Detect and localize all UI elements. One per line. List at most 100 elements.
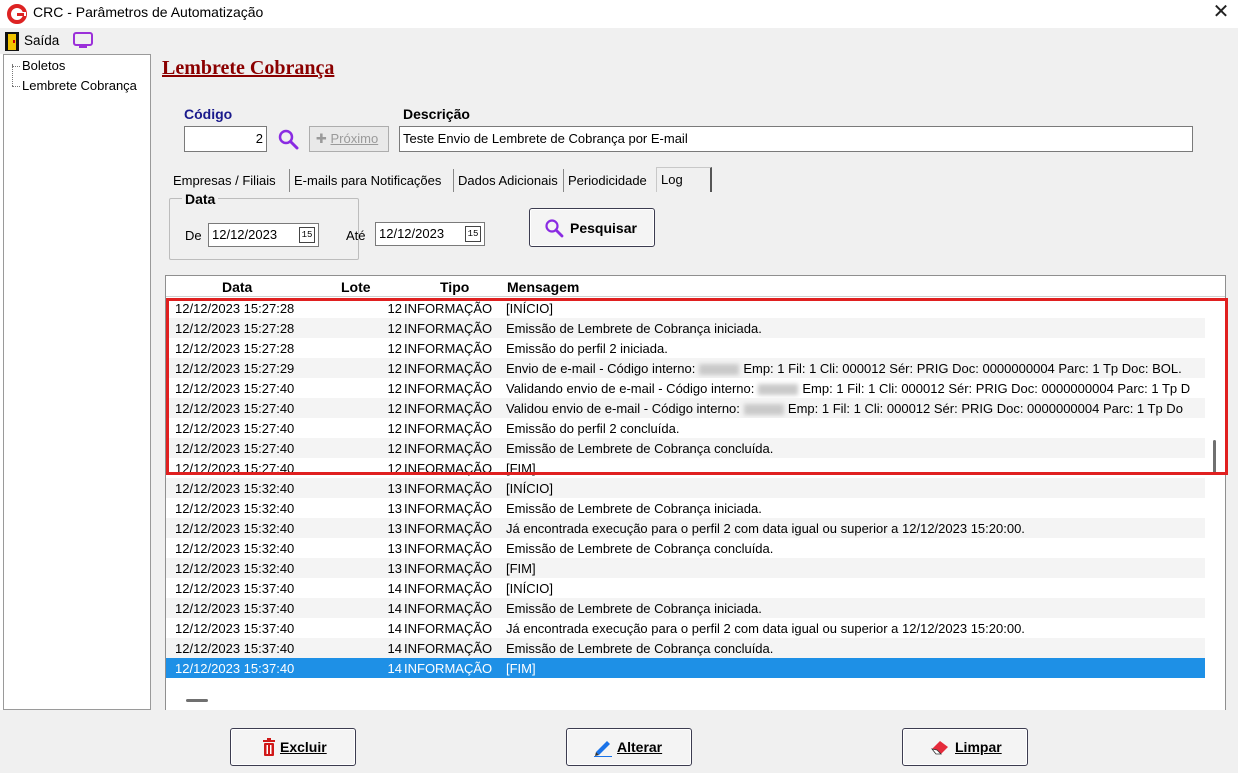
delete-button[interactable]: Excluir [230,728,356,766]
grid-rows: 12/12/2023 15:27:28 12 INFORMAÇÃO [INÍCIO] 1… [166,298,1205,678]
cell-lote: 12 [387,381,402,396]
log-row[interactable]: 12/12/2023 15:32:40 13 INFORMAÇÃO Emissão d… [166,498,1205,518]
log-row[interactable]: 12/12/2023 15:37:40 14 INFORMAÇÃO Já encont… [166,618,1205,638]
message-text: Validando envio de e-mail - Código inter… [506,381,755,396]
tab-log[interactable]: Log [656,167,712,192]
cell-tipo: INFORMAÇÃO [404,401,493,416]
tab-empresas-filiais[interactable]: Empresas / Filiais [173,169,290,192]
cell-lote: 12 [387,421,402,436]
column-header-lote[interactable]: Lote [341,279,371,295]
column-header-data[interactable]: Data [222,279,252,295]
search-button[interactable]: Pesquisar [529,208,655,247]
tab-emails-notificacoes[interactable]: E-mails para Notificações [290,169,454,192]
cell-data: 12/12/2023 15:27:40 [175,381,295,396]
edit-button-label: Alterar [617,739,663,755]
column-header-mensagem[interactable]: Mensagem [507,279,579,295]
tab-dados-adicionais[interactable]: Dados Adicionais [454,169,564,192]
calendar-icon[interactable]: 15 [465,226,481,242]
redacted-value [758,384,799,396]
log-row[interactable]: 12/12/2023 15:27:40 12 INFORMAÇÃO Emissão d… [166,438,1205,458]
tab-periodicidade[interactable]: Periodicidade [564,169,656,192]
log-row[interactable]: 12/12/2023 15:27:28 12 INFORMAÇÃO Emissão d… [166,318,1205,338]
to-date-label: Até [346,228,366,243]
log-row[interactable]: 12/12/2023 15:27:40 12 INFORMAÇÃO [FIM] [166,458,1205,478]
cell-data: 12/12/2023 15:32:40 [175,561,295,576]
to-date-value: 12/12/2023 [379,226,445,241]
log-row[interactable]: 12/12/2023 15:27:28 12 INFORMAÇÃO Emissão d… [166,338,1205,358]
cell-data: 12/12/2023 15:27:40 [175,421,295,436]
cell-tipo: INFORMAÇÃO [404,361,493,376]
log-row[interactable]: 12/12/2023 15:37:40 14 INFORMAÇÃO [INÍCIO] [166,578,1205,598]
window-title: CRC - Parâmetros de Automatização [33,4,264,20]
message-text: Emissão do perfil 2 concluída. [506,421,680,436]
log-row[interactable]: 12/12/2023 15:32:40 13 INFORMAÇÃO [INÍCIO] [166,478,1205,498]
calendar-icon[interactable]: 15 [299,227,315,243]
cell-tipo: INFORMAÇÃO [404,481,493,496]
log-row[interactable]: 12/12/2023 15:27:40 12 INFORMAÇÃO Validando… [166,378,1205,398]
horizontal-scroll-thumb[interactable] [186,699,208,702]
navigation-tree: Boletos Lembrete Cobrança [3,54,151,710]
message-text: Já encontrada execução para o perfil 2 c… [506,521,1025,536]
cell-tipo: INFORMAÇÃO [404,581,493,596]
description-label: Descrição [403,106,470,122]
log-row[interactable]: 12/12/2023 15:27:29 12 INFORMAÇÃO Envio de … [166,358,1205,378]
log-row[interactable]: 12/12/2023 15:32:40 13 INFORMAÇÃO [FIM] [166,558,1205,578]
log-row[interactable]: 12/12/2023 15:37:40 14 INFORMAÇÃO Emissão d… [166,598,1205,618]
cell-tipo: INFORMAÇÃO [404,341,493,356]
cell-mensagem: Validou envio de e-mail - Código interno… [506,401,1183,416]
cell-mensagem: [FIM] [506,561,536,576]
message-text: Emissão de Lembrete de Cobrança concluíd… [506,541,774,556]
cell-data: 12/12/2023 15:27:40 [175,441,295,456]
cell-tipo: INFORMAÇÃO [404,601,493,616]
cell-lote: 12 [387,301,402,316]
form-panel: Lembrete Cobrança Código Descrição 2 ✚ P… [151,54,1238,712]
log-row[interactable]: 12/12/2023 15:27:28 12 INFORMAÇÃO [INÍCIO] [166,298,1205,318]
cell-mensagem: Envio de e-mail - Código interno: Emp: 1 … [506,361,1182,376]
exit-door-icon[interactable] [5,32,19,51]
cell-data: 12/12/2023 15:32:40 [175,521,295,536]
description-input[interactable]: Teste Envio de Lembrete de Cobrança por … [399,126,1193,152]
exit-menu-item[interactable]: Saída [24,33,59,48]
cell-data: 12/12/2023 15:27:28 [175,321,295,336]
monitor-icon[interactable] [72,31,94,50]
log-grid[interactable]: Data Lote Tipo Mensagem 12/12/2023 15:27… [165,275,1226,712]
column-header-tipo[interactable]: Tipo [440,279,469,295]
to-date-input[interactable]: 12/12/2023 15 [375,222,485,246]
tree-item-lembrete-cobranca[interactable]: Lembrete Cobrança [12,78,137,94]
code-input[interactable]: 2 [184,126,267,152]
log-row[interactable]: 12/12/2023 15:32:40 13 INFORMAÇÃO Emissão d… [166,538,1205,558]
grid-header: Data Lote Tipo Mensagem [166,276,1225,297]
vertical-scrollbar[interactable] [1205,298,1225,678]
from-date-input[interactable]: 12/12/2023 15 [208,223,319,247]
search-icon[interactable] [277,128,299,150]
cell-data: 12/12/2023 15:32:40 [175,501,295,516]
cell-data: 12/12/2023 15:37:40 [175,581,295,596]
next-button[interactable]: ✚ Próximo [309,126,389,152]
cell-tipo: INFORMAÇÃO [404,441,493,456]
log-row[interactable]: 12/12/2023 15:37:40 14 INFORMAÇÃO Emissão d… [166,638,1205,658]
eraser-icon [931,741,948,755]
cell-tipo: INFORMAÇÃO [404,661,493,676]
clear-button[interactable]: Limpar [902,728,1028,766]
cell-data: 12/12/2023 15:37:40 [175,621,295,636]
log-row[interactable]: 12/12/2023 15:37:40 14 INFORMAÇÃO [FIM] [166,658,1205,678]
close-button[interactable]: ✕ [1204,0,1238,27]
cell-tipo: INFORMAÇÃO [404,621,493,636]
vertical-scroll-thumb[interactable] [1213,440,1216,474]
cell-mensagem: Emissão de Lembrete de Cobrança iniciada… [506,321,762,336]
menu-bar: Saída [0,28,1238,54]
tree-item-boletos[interactable]: Boletos [12,58,65,74]
log-row[interactable]: 12/12/2023 15:32:40 13 INFORMAÇÃO Já encont… [166,518,1205,538]
cell-lote: 13 [387,541,402,556]
log-row[interactable]: 12/12/2023 15:27:40 12 INFORMAÇÃO Emissão d… [166,418,1205,438]
message-text: Emissão de Lembrete de Cobrança iniciada… [506,501,762,516]
cell-mensagem: Já encontrada execução para o perfil 2 c… [506,621,1025,636]
cell-data: 12/12/2023 15:27:40 [175,461,295,476]
cell-data: 12/12/2023 15:27:40 [175,401,295,416]
cell-lote: 12 [387,441,402,456]
search-button-label: Pesquisar [570,220,637,236]
log-row[interactable]: 12/12/2023 15:27:40 12 INFORMAÇÃO Validou e… [166,398,1205,418]
message-text: Já encontrada execução para o perfil 2 c… [506,621,1025,636]
message-text: [FIM] [506,461,536,476]
edit-button[interactable]: Alterar [566,728,692,766]
